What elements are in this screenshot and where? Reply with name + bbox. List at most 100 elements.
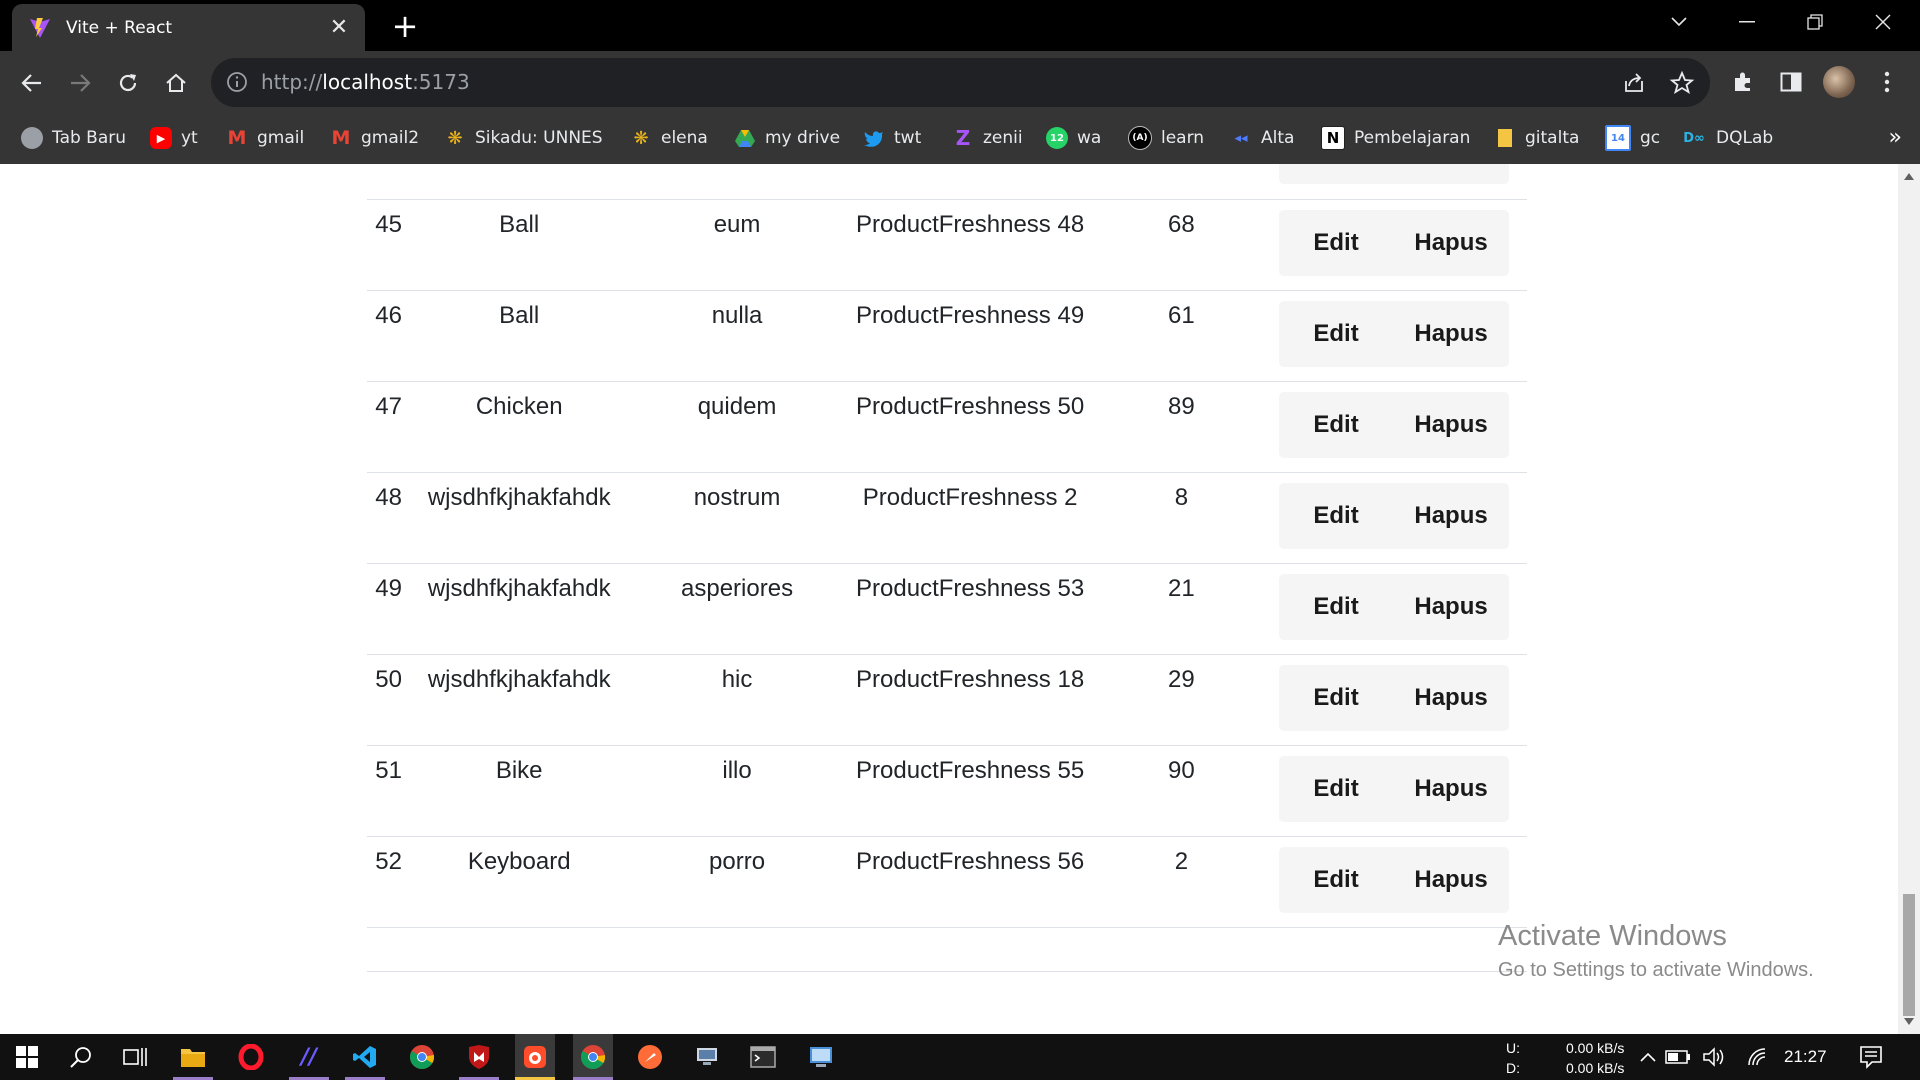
browser-menu-button[interactable] xyxy=(1871,66,1903,98)
bookmarks-overflow-chevron-icon[interactable]: » xyxy=(1889,125,1902,150)
tab-search-icon[interactable] xyxy=(1646,0,1712,44)
show-hidden-icons-chevron-icon[interactable] xyxy=(1636,1042,1660,1072)
browser-toolbar: http://localhost:5173 xyxy=(0,51,1920,113)
scroll-up-arrow-icon[interactable] xyxy=(1904,173,1914,180)
address-bar[interactable]: http://localhost:5173 xyxy=(211,58,1710,107)
delete-button[interactable]: Hapus xyxy=(1394,847,1509,913)
postman-taskbar-button[interactable] xyxy=(635,1042,665,1072)
page-scrollbar[interactable] xyxy=(1898,164,1920,1034)
bookmark-yt[interactable]: ▶ yt xyxy=(150,125,198,151)
bookmark-gitalta[interactable]: gitalta xyxy=(1494,125,1579,151)
screen-app-taskbar-button[interactable] xyxy=(806,1042,836,1072)
bookmark-zenii[interactable]: Z zenii xyxy=(952,125,1023,151)
edit-button[interactable]: Edit xyxy=(1279,756,1394,822)
edit-button[interactable]: Edit xyxy=(1279,392,1394,458)
chrome-taskbar-button[interactable] xyxy=(407,1042,437,1072)
vite-icon xyxy=(30,17,50,38)
network-app-taskbar-button[interactable] xyxy=(692,1042,722,1072)
mcafee-taskbar-button[interactable] xyxy=(464,1042,494,1072)
terminal-taskbar-button[interactable] xyxy=(748,1042,778,1072)
edit-button[interactable]: Edit xyxy=(1279,301,1394,367)
category-cell: hic xyxy=(628,654,846,746)
extensions-button[interactable] xyxy=(1727,66,1759,98)
forward-button[interactable] xyxy=(63,66,97,100)
action-button-group: EditHapus xyxy=(1278,209,1509,276)
back-button[interactable] xyxy=(15,66,49,100)
actions-cell: EditHapus xyxy=(1268,836,1527,928)
browser-tab[interactable]: Vite + React ✕ xyxy=(12,4,365,51)
delete-button[interactable]: Hapus xyxy=(1394,392,1509,458)
delete-button[interactable]: Hapus xyxy=(1394,301,1509,367)
category-cell: illo xyxy=(628,745,846,837)
bookmark-star-icon[interactable] xyxy=(1669,70,1695,96)
bookmark-sikadu-unnes[interactable]: ❋ Sikadu: UNNES xyxy=(444,125,602,151)
battery-icon[interactable] xyxy=(1664,1042,1692,1072)
bookmark-alta[interactable]: ◂◂ Alta xyxy=(1230,125,1294,151)
close-window-button[interactable] xyxy=(1850,0,1916,44)
vscode-taskbar-button[interactable] xyxy=(350,1042,380,1072)
windows-taskbar: // U: D: 0.00 kB/s 0.00 kB/s 21:27 xyxy=(0,1034,1920,1080)
tab-close-icon[interactable]: ✕ xyxy=(327,15,351,40)
scrollbar-thumb[interactable] xyxy=(1903,894,1915,1016)
name-cell: Chicken xyxy=(410,381,629,473)
scroll-down-arrow-icon[interactable] xyxy=(1904,1018,1914,1025)
bookmark-gmail2[interactable]: M gmail2 xyxy=(330,125,420,151)
delete-button[interactable]: Hapus xyxy=(1394,756,1509,822)
delete-button[interactable]: Hapus xyxy=(1394,210,1509,276)
file-explorer-taskbar-button[interactable] xyxy=(178,1042,208,1072)
bookmark-learn[interactable]: (A) learn xyxy=(1128,125,1204,151)
taskbar-clock[interactable]: 21:27 xyxy=(1784,1047,1827,1067)
url-text[interactable]: http://localhost:5173 xyxy=(261,70,470,94)
notifications-icon[interactable] xyxy=(1856,1042,1886,1072)
search-button[interactable] xyxy=(66,1042,96,1072)
bookmark-pembelajaran[interactable]: N Pembelajaran xyxy=(1321,125,1470,151)
home-button[interactable] xyxy=(159,66,193,100)
side-panel-button[interactable] xyxy=(1775,66,1807,98)
bookmark-wa[interactable]: 12 wa xyxy=(1046,125,1101,151)
name-cell: Bike xyxy=(410,745,629,837)
edit-button[interactable]: Edit xyxy=(1279,164,1394,184)
action-button-group: EditHapus xyxy=(1278,391,1509,458)
volume-icon[interactable] xyxy=(1700,1042,1728,1072)
actions-cell: EditHapus xyxy=(1268,654,1527,746)
edit-button[interactable]: Edit xyxy=(1279,210,1394,276)
edit-button[interactable]: Edit xyxy=(1279,665,1394,731)
bookmark-label: DQLab xyxy=(1716,128,1774,148)
share-icon[interactable] xyxy=(1621,70,1647,96)
delete-button[interactable]: Hapus xyxy=(1394,665,1509,731)
profile-avatar[interactable] xyxy=(1823,66,1855,98)
restore-button[interactable] xyxy=(1782,0,1848,44)
start-button[interactable] xyxy=(12,1042,42,1072)
edit-button[interactable]: Edit xyxy=(1279,483,1394,549)
category-cell: expedita xyxy=(628,164,846,200)
bookmark-gc[interactable]: 14 gc xyxy=(1605,125,1660,151)
delete-button[interactable]: Hapus xyxy=(1394,574,1509,640)
ransomware-app-taskbar-button[interactable] xyxy=(515,1034,555,1080)
bookmark-tab-baru[interactable]: Tab Baru xyxy=(21,125,126,151)
bookmark-twt[interactable]: twt xyxy=(863,125,921,151)
delete-button[interactable]: Hapus xyxy=(1394,483,1509,549)
chrome-active-taskbar-button[interactable] xyxy=(573,1034,613,1080)
opera-taskbar-button[interactable] xyxy=(236,1042,266,1072)
info-icon[interactable] xyxy=(225,70,249,94)
edit-button[interactable]: Edit xyxy=(1279,574,1394,640)
bookmark-my-drive[interactable]: my drive xyxy=(734,125,840,151)
bookmark-gmail[interactable]: M gmail xyxy=(226,125,305,151)
table-row: 45 Ball eum ProductFreshness 48 68 Edit Hapus xyxy=(367,199,1527,291)
freshness-cell: ProductFreshness 48 xyxy=(845,199,1095,291)
minimize-button[interactable] xyxy=(1714,0,1780,44)
new-tab-button[interactable]: + xyxy=(388,10,422,44)
task-view-button[interactable] xyxy=(120,1042,150,1072)
name-cell: Ball xyxy=(410,199,629,291)
edit-button[interactable]: Edit xyxy=(1279,847,1394,913)
wifi-icon[interactable] xyxy=(1744,1042,1772,1072)
bookmark-dqlab[interactable]: D∞ DQLab xyxy=(1681,125,1773,151)
quantity-cell: 29 xyxy=(1094,654,1269,746)
action-button-group: EditHapus xyxy=(1278,482,1509,549)
reload-button[interactable] xyxy=(111,66,145,100)
postman-icon xyxy=(638,1045,662,1069)
bookmark-elena[interactable]: ❋ elena xyxy=(630,125,707,151)
category-cell: asperiores xyxy=(628,563,846,655)
delete-button[interactable]: Hapus xyxy=(1394,164,1509,184)
app-taskbar-button[interactable]: // xyxy=(294,1042,324,1072)
